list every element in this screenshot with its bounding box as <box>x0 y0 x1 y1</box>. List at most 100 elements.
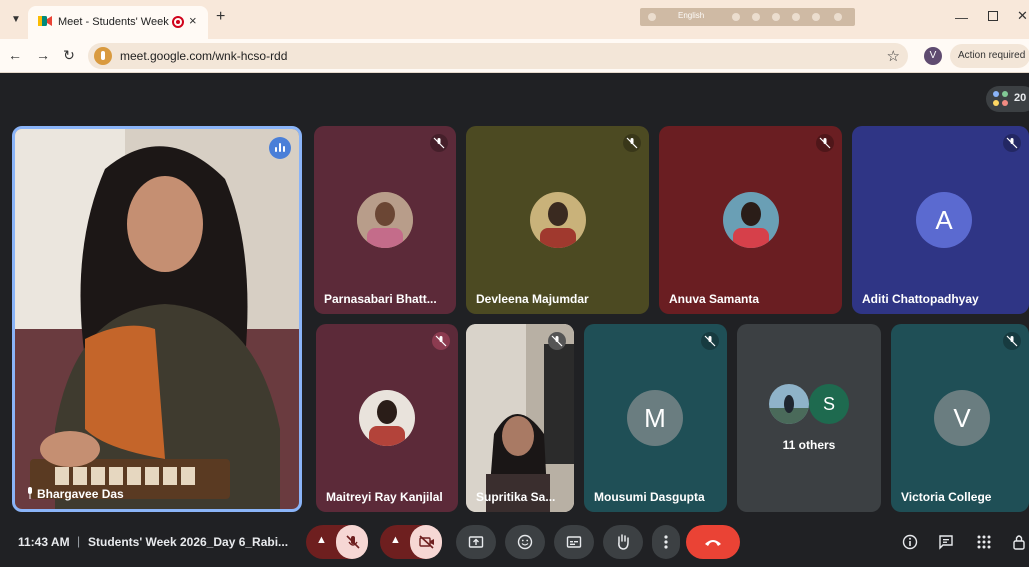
participant-tile[interactable]: Maitreyi Ray Kanjilal <box>316 324 458 512</box>
profile-avatar[interactable]: V <box>924 47 942 65</box>
help-icon[interactable] <box>812 13 820 21</box>
others-tile[interactable]: S 11 others <box>737 324 881 512</box>
tab-close-icon[interactable]: × <box>189 13 197 28</box>
captions-button[interactable] <box>554 525 594 559</box>
meet-stage: 20 Bhargavee Das Parnasabari Bhatt... De… <box>0 74 1029 567</box>
speaking-indicator-icon <box>269 137 291 159</box>
speaker-video <box>15 129 299 509</box>
video-options-chevron-icon[interactable]: ▲ <box>390 534 401 546</box>
browser-tab-meet[interactable]: Meet - Students' Week 202 × <box>28 6 208 39</box>
participant-name: Maitreyi Ray Kanjilal <box>326 490 443 504</box>
language-label[interactable]: English <box>678 11 704 20</box>
reload-icon[interactable]: ↻ <box>60 46 78 64</box>
people-icon <box>993 91 1009 107</box>
back-arrow-icon[interactable]: ← <box>6 46 24 64</box>
present-icon <box>468 536 484 548</box>
more-options-button[interactable] <box>652 525 680 559</box>
gear-icon[interactable] <box>772 13 780 21</box>
meeting-title: Students' Week 2026_Day 6_Rabi... <box>88 535 289 549</box>
participant-name: Mousumi Dasgupta <box>594 490 705 504</box>
mic-toggle-button[interactable] <box>336 525 368 559</box>
divider: | <box>77 534 81 548</box>
browser-toolbar: ← → ↻ meet.google.com/wnk-hcso-rdd ☆ V A… <box>0 39 1029 73</box>
audio-options-chevron-icon[interactable]: ▲ <box>316 534 327 546</box>
captions-icon <box>566 536 582 548</box>
recording-icon <box>172 16 184 28</box>
avatar-initial: A <box>916 192 972 248</box>
forward-arrow-icon[interactable]: → <box>34 46 52 64</box>
avatar <box>359 390 415 446</box>
camera-off-icon <box>419 535 434 549</box>
main-speaker-name: Bhargavee Das <box>37 487 124 501</box>
main-speaker-tile[interactable]: Bhargavee Das <box>12 126 302 512</box>
new-tab-button[interactable]: + <box>216 8 225 26</box>
pin-icon[interactable] <box>752 13 760 21</box>
power-icon[interactable] <box>834 13 842 21</box>
camera-toggle-button[interactable] <box>410 525 442 559</box>
participant-tile[interactable]: A Aditi Chattopadhyay <box>852 126 1029 314</box>
tab-search-chevron-icon[interactable]: ▼ <box>6 10 26 30</box>
bookmark-star-icon[interactable]: ☆ <box>887 47 900 65</box>
avatar-initial: V <box>934 390 990 446</box>
muted-mic-icon <box>1003 134 1021 152</box>
avatar-initial: M <box>627 390 683 446</box>
address-bar[interactable]: meet.google.com/wnk-hcso-rdd ☆ <box>88 43 908 69</box>
maximize-icon[interactable] <box>988 11 998 21</box>
muted-mic-icon <box>816 134 834 152</box>
leave-call-button[interactable] <box>686 525 740 559</box>
language-toolbar: English <box>640 8 855 26</box>
url-text: meet.google.com/wnk-hcso-rdd <box>120 49 288 63</box>
pin-icon[interactable] <box>25 487 35 499</box>
muted-mic-icon <box>430 134 448 152</box>
muted-mic-icon <box>432 332 450 350</box>
hand-icon <box>618 534 629 550</box>
participant-tile[interactable]: V Victoria College <box>891 324 1029 512</box>
muted-mic-icon <box>623 134 641 152</box>
browser-tab-strip: ▼ Meet - Students' Week 202 × + English … <box>0 0 1029 39</box>
avatar-initial: S <box>809 384 849 424</box>
cloud-icon[interactable] <box>732 13 740 21</box>
muted-mic-icon <box>701 332 719 350</box>
meeting-controls-bar: 11:43 AM | Students' Week 2026_Day 6_Rab… <box>0 520 1029 567</box>
meeting-time: 11:43 AM <box>18 535 70 549</box>
participant-tile[interactable]: Devleena Majumdar <box>466 126 649 314</box>
participant-name: Anuva Samanta <box>669 292 760 306</box>
participant-count: 20 <box>1014 92 1027 104</box>
participant-video <box>466 324 574 512</box>
more-vert-icon <box>664 535 668 549</box>
participant-name: Aditi Chattopadhyay <box>862 292 979 306</box>
site-mic-icon[interactable] <box>94 47 112 65</box>
avatar <box>769 384 809 424</box>
hang-up-icon <box>705 540 721 546</box>
avatar <box>357 192 413 248</box>
participant-tile[interactable]: Anuva Samanta <box>659 126 842 314</box>
chat-icon[interactable] <box>938 534 954 550</box>
keyboard-icon[interactable] <box>648 13 656 21</box>
participant-name: Parnasabari Bhatt... <box>324 292 437 306</box>
google-meet-favicon-icon <box>38 16 52 26</box>
mic-off-icon <box>346 535 360 549</box>
tab-title: Meet - Students' Week 202 <box>58 16 170 28</box>
activities-grid-icon[interactable] <box>976 534 992 550</box>
participant-tile[interactable]: M Mousumi Dasgupta <box>584 324 727 512</box>
participant-tile[interactable]: Parnasabari Bhatt... <box>314 126 456 314</box>
participant-tile[interactable]: Supritika Sa... <box>466 324 574 512</box>
host-controls-lock-icon[interactable] <box>1012 533 1028 551</box>
participant-name: Supritika Sa... <box>476 490 556 504</box>
minimize-icon[interactable]: — <box>955 10 968 25</box>
muted-mic-icon <box>548 332 566 350</box>
meeting-info-icon[interactable] <box>902 534 918 550</box>
raise-hand-button[interactable] <box>603 525 643 559</box>
camera-control-group: ▲ <box>380 525 442 559</box>
present-screen-button[interactable] <box>456 525 496 559</box>
action-required-button[interactable]: Action required <box>950 44 1029 68</box>
avatar <box>530 192 586 248</box>
pen-icon[interactable] <box>792 13 800 21</box>
participant-name: Devleena Majumdar <box>476 292 589 306</box>
reactions-button[interactable] <box>505 525 545 559</box>
participants-button[interactable]: 20 <box>986 86 1029 112</box>
others-label: 11 others <box>782 438 836 452</box>
avatar <box>723 192 779 248</box>
screen: ▼ Meet - Students' Week 202 × + English … <box>0 0 1029 567</box>
close-window-icon[interactable]: ✕ <box>1017 8 1028 24</box>
